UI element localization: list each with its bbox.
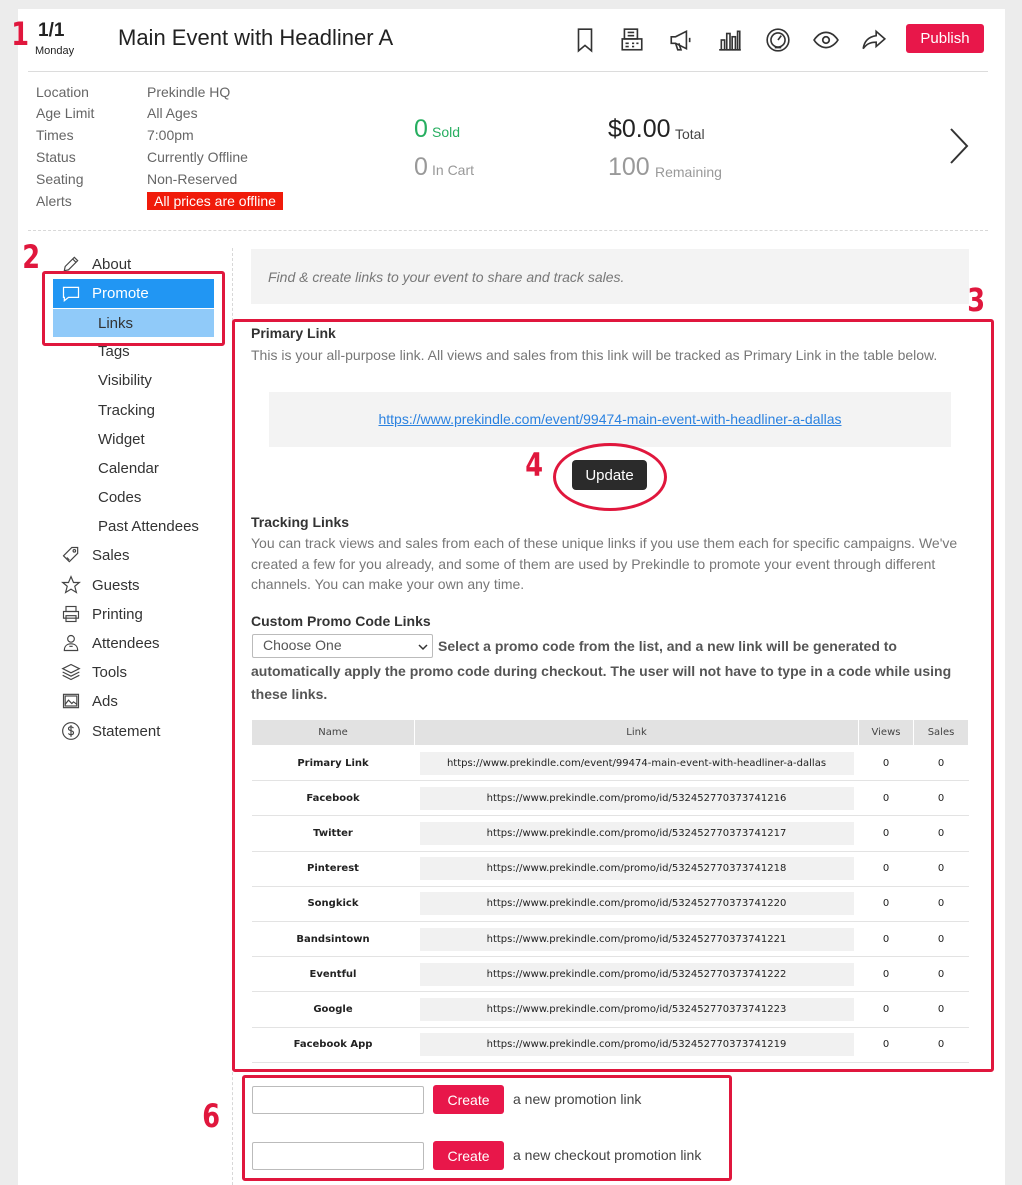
info-divider [28, 230, 988, 231]
info-value: All Ages [147, 105, 198, 121]
person-icon [60, 632, 82, 654]
eye-icon[interactable] [812, 25, 840, 55]
sidebar-item-sales[interactable]: Sales [60, 542, 130, 568]
megaphone-icon[interactable] [667, 25, 695, 55]
info-label: Alerts [36, 193, 72, 209]
sidebar-item-label: Ads [92, 692, 118, 710]
intro-text: Find & create links to your event to sha… [251, 249, 969, 304]
star-icon [60, 574, 82, 596]
info-label: Status [36, 149, 76, 165]
remaining-count: 100 [608, 153, 650, 181]
info-label: Age Limit [36, 105, 95, 121]
sold-count: 0 [414, 115, 428, 143]
info-label: Times [36, 127, 74, 143]
info-value: Non-Reserved [147, 171, 238, 187]
ticket-printer-icon[interactable] [618, 25, 646, 55]
sold-label: Sold [432, 124, 461, 140]
cart-count: 0 [414, 153, 428, 181]
annotation-oval-update [553, 443, 667, 511]
annotation-box-create [242, 1075, 732, 1181]
info-value: Prekindle HQ [147, 84, 231, 100]
sidebar-sub-calendar[interactable]: Calendar [98, 456, 159, 480]
sidebar-sub-widget[interactable]: Widget [98, 427, 145, 451]
event-day: Monday [35, 45, 75, 57]
total-amount: $0.00 [608, 115, 671, 143]
sidebar-item-label: Sales [92, 546, 130, 564]
sidebar-sub-tracking[interactable]: Tracking [98, 398, 155, 422]
remaining-label: Remaining [655, 164, 722, 180]
sidebar-item-attendees[interactable]: Attendees [60, 630, 160, 656]
total-label: Total [675, 126, 705, 142]
sidebar-item-printing[interactable]: Printing [60, 601, 143, 627]
sidebar-item-label: Printing [92, 605, 143, 623]
annotation-box-links [232, 319, 994, 1072]
publish-button[interactable]: Publish [906, 24, 984, 53]
annotation-number: 6 [202, 1097, 221, 1135]
sidebar-item-label: Statement [92, 722, 161, 740]
sidebar-sub-codes[interactable]: Codes [98, 485, 141, 509]
info-label: Seating [36, 171, 84, 187]
sidebar-sub-past-attendees[interactable]: Past Attendees [98, 514, 199, 538]
sidebar-item-tools[interactable]: Tools [60, 659, 127, 685]
alert-badge: All prices are offline [147, 192, 283, 210]
bar-chart-icon[interactable] [716, 25, 744, 55]
annotation-number: 1 [11, 15, 30, 53]
dashboard-gauge-icon[interactable] [764, 25, 792, 55]
bookmark-icon[interactable] [571, 25, 599, 55]
header-divider [28, 71, 988, 72]
sidebar-item-label: Tools [92, 663, 128, 681]
tag-icon [60, 544, 82, 566]
sidebar-item-statement[interactable]: Statement [60, 718, 160, 744]
page-title: Main Event with Headliner A [118, 25, 394, 50]
info-label: Location [36, 84, 89, 100]
sidebar-item-label: Guests [92, 576, 140, 594]
annotation-number: 2 [22, 238, 41, 276]
printer-icon [60, 603, 82, 625]
sidebar-item-ads[interactable]: Ads [60, 688, 118, 714]
chevron-right-icon[interactable] [946, 126, 972, 166]
annotation-box-sidebar [42, 271, 225, 346]
cart-label: In Cart [432, 162, 475, 178]
info-value: Currently Offline [147, 149, 248, 165]
sidebar-item-label: Attendees [92, 634, 160, 652]
annotation-number: 3 [967, 281, 986, 319]
share-icon[interactable] [860, 25, 888, 55]
image-icon [60, 690, 82, 712]
info-value: 7:00pm [147, 127, 194, 143]
dollar-circle-icon [60, 720, 82, 742]
layers-icon [60, 661, 82, 683]
sidebar-item-label: About [92, 255, 132, 273]
event-date: 1/1 [38, 20, 65, 41]
sidebar-sub-visibility[interactable]: Visibility [98, 368, 152, 392]
sidebar-item-guests[interactable]: Guests [60, 572, 140, 598]
